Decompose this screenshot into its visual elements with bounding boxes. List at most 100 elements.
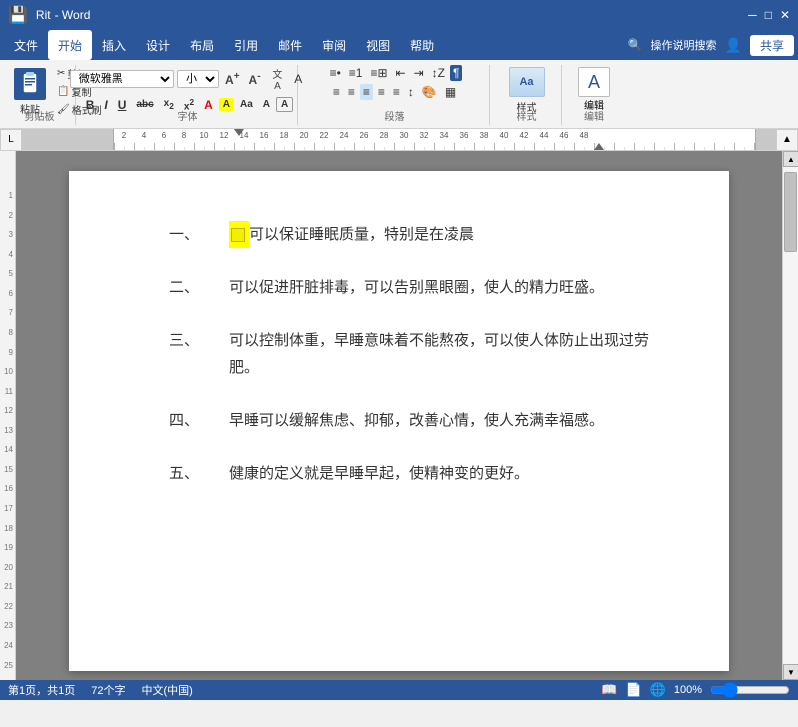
increase-indent-button[interactable]: ⇥ [411, 65, 427, 81]
doc-item-text-4[interactable]: 早睡可以缓解焦虑、抑郁，改善心情，使人充满幸福感。 [229, 407, 604, 434]
show-marks-button[interactable]: ¶ [450, 65, 462, 81]
para-row1: ≡• ≡1 ≡⊞ ⇤ ⇥ ↕Z ¶ [327, 65, 463, 81]
scrollbar-track[interactable] [783, 167, 798, 664]
ruler-tick-7: 7 [0, 308, 15, 328]
ruler-tick-23: 23 [0, 621, 15, 641]
doc-item-num-1: 一、 [169, 221, 229, 248]
search-label[interactable]: 操作说明搜索 [651, 37, 717, 53]
status-right: 📖 📄 🌐 100% [601, 682, 790, 698]
increase-font-button[interactable]: A+ [222, 70, 243, 88]
ruler-tick-10: 10 [0, 367, 15, 387]
menu-item-help[interactable]: 帮助 [400, 30, 444, 60]
border-button[interactable]: ▦ [442, 84, 459, 100]
maximize-icon[interactable]: □ [765, 8, 772, 22]
menu-item-view[interactable]: 视图 [356, 30, 400, 60]
ruler-tick-14: 14 [0, 445, 15, 465]
ruler-tick-11: 11 [0, 387, 15, 407]
ruler-tick-4: 4 [0, 250, 15, 270]
minimize-icon[interactable]: ─ [748, 8, 757, 22]
web-view-icon[interactable]: 🌐 [650, 682, 666, 698]
sort-button[interactable]: ↕Z [429, 65, 448, 81]
font-name-select[interactable]: 微软雅黑 [70, 70, 174, 88]
font-group: 微软雅黑 小四 A+ A- 文A A B I U abc x2 x2 [78, 65, 298, 125]
title-bar-right: ─ □ ✕ [748, 8, 790, 22]
ruler-right-margin [756, 129, 776, 150]
align-right-button[interactable]: ≡ [360, 84, 373, 100]
page-view-icon[interactable]: 📄 [625, 682, 641, 698]
scroll-up-button[interactable]: ▲ [783, 151, 798, 167]
align-left-button[interactable]: ≡ [330, 84, 343, 100]
ruler-left-btn[interactable]: L [0, 129, 22, 151]
decrease-indent-button[interactable]: ⇤ [393, 65, 409, 81]
menu-bar: 文件 开始 插入 设计 布局 引用 邮件 审阅 视图 帮助 🔍 操作说明搜索 👤… [0, 30, 798, 60]
decrease-font-button[interactable]: A- [246, 70, 264, 88]
font-label: 字体 [78, 108, 297, 123]
search-icon: 🔍 [628, 38, 643, 52]
align-center-button[interactable]: ≡ [345, 84, 358, 100]
doc-item-text-2[interactable]: 可以促进肝脏排毒，可以告别黑眼圈，使人的精力旺盛。 [229, 274, 604, 301]
doc-item-num-4: 四、 [169, 407, 229, 434]
page-info: 第1页，共1页 [8, 682, 75, 698]
ruler-tick-15: 15 [0, 465, 15, 485]
title-app: - Word [55, 8, 91, 22]
ruler-tick-2: 2 [0, 211, 15, 231]
close-icon[interactable]: ✕ [780, 8, 790, 22]
distributed-button[interactable]: ≡ [390, 84, 403, 100]
right-scrollbar: ▲ ▼ [782, 151, 798, 680]
font-size-select[interactable]: 小四 [177, 70, 219, 88]
document-area[interactable]: 一、 可以保证睡眠质量，特别是在凌晨 二、 可以促进肝脏排毒，可以告别黑眼圈，使… [16, 151, 782, 680]
language: 中文(中国) [142, 682, 193, 698]
doc-item-text-1[interactable]: 可以保证睡眠质量，特别是在凌晨 [229, 221, 474, 248]
scroll-down-button[interactable]: ▼ [783, 664, 798, 680]
ruler-left-icon: L [8, 134, 14, 145]
multilevel-list-button[interactable]: ≡⊞ [367, 65, 390, 81]
line-spacing-button[interactable]: ↕ [405, 84, 417, 100]
page: 一、 可以保证睡眠质量，特别是在凌晨 二、 可以促进肝脏排毒，可以告别黑眼圈，使… [69, 171, 729, 671]
doc-item-text-3[interactable]: 可以控制体重，早睡意味着不能熬夜，可以使人体防止出现过劳肥。 [229, 327, 649, 381]
doc-item-3: 三、 可以控制体重，早睡意味着不能熬夜，可以使人体防止出现过劳肥。 [169, 327, 649, 381]
styles-icon: Aa [509, 67, 545, 97]
ruler-tick-6: 6 [0, 289, 15, 309]
copy-icon: 📋 [57, 86, 69, 97]
numbering-button[interactable]: ≡1 [346, 65, 366, 81]
editing-icon: A [578, 67, 610, 97]
ruler-tick-8: 8 [0, 328, 15, 348]
ribbon-row1: 粘贴 ✂ 剪切 📋 复制 🖌 格式刷 剪 [0, 60, 798, 128]
ruler: L 2 4 6 8 10 12 14 16 18 20 22 24 [0, 129, 798, 151]
clipboard-label: 剪贴板 [4, 108, 75, 123]
ruler-tick-9: 9 [0, 348, 15, 368]
doc-item-text-5[interactable]: 健康的定义就是早睡早起，使精神变的更好。 [229, 460, 529, 487]
menu-item-references[interactable]: 引用 [224, 30, 268, 60]
ruler-content[interactable]: 2 4 6 8 10 12 14 16 18 20 22 24 26 28 30… [114, 129, 756, 150]
scrollbar-thumb[interactable] [784, 172, 797, 252]
ruler-tick-24: 24 [0, 641, 15, 661]
share-button[interactable]: 共享 [750, 35, 794, 56]
read-view-icon[interactable]: 📖 [601, 682, 617, 698]
bullets-button[interactable]: ≡• [327, 65, 344, 81]
title-text: Rit [36, 8, 51, 22]
menu-item-mailings[interactable]: 邮件 [268, 30, 312, 60]
zoom-slider[interactable] [710, 684, 790, 696]
ruler-right-btn[interactable]: ▲ [776, 129, 798, 151]
shading-button[interactable]: 🎨 [419, 84, 440, 100]
justify-button[interactable]: ≡ [375, 84, 388, 100]
ruler-tick-1: 1 [0, 191, 15, 211]
menu-item-design[interactable]: 设计 [136, 30, 180, 60]
menu-item-review[interactable]: 审阅 [312, 30, 356, 60]
menu-item-file[interactable]: 文件 [4, 30, 48, 60]
menu-bar-right: 🔍 操作说明搜索 👤 共享 [628, 30, 794, 60]
clipboard-group: 粘贴 ✂ 剪切 📋 复制 🖌 格式刷 剪 [4, 65, 76, 125]
menu-item-layout[interactable]: 布局 [180, 30, 224, 60]
pinyin-button[interactable]: 文A [267, 65, 289, 93]
doc-item-num-3: 三、 [169, 327, 229, 381]
paragraph-label: 段落 [300, 108, 489, 123]
menu-item-home[interactable]: 开始 [48, 30, 92, 60]
editing-button[interactable]: A 编辑 [574, 65, 614, 114]
menu-item-insert[interactable]: 插入 [92, 30, 136, 60]
para-row2: ≡ ≡ ≡ ≡ ≡ ↕ 🎨 ▦ [330, 84, 459, 100]
ribbon: 粘贴 ✂ 剪切 📋 复制 🖌 格式刷 剪 [0, 60, 798, 129]
ruler-tick-5: 5 [0, 269, 15, 289]
cut-icon: ✂ [57, 68, 65, 79]
doc-item-4: 四、 早睡可以缓解焦虑、抑郁，改善心情，使人充满幸福感。 [169, 407, 649, 434]
doc-item-num-2: 二、 [169, 274, 229, 301]
